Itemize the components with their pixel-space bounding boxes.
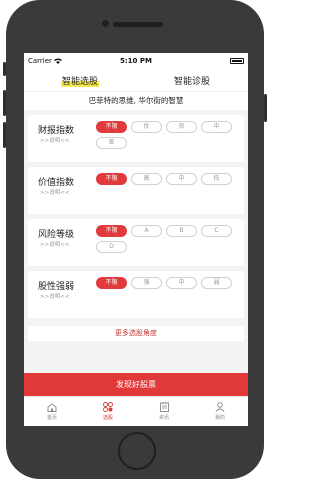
explain-link[interactable]: >>说明<< [40,292,69,300]
filter-option-chip[interactable]: A [131,225,162,237]
filter-option-chip[interactable]: 中 [201,121,232,133]
filter-option-chip[interactable]: 差 [96,137,127,149]
filter-option-chip[interactable]: 中 [166,277,197,289]
mute-switch [3,62,6,76]
tab-smart-diagnose[interactable]: 智能诊股 [136,69,248,91]
home-icon [47,402,57,412]
filter-option-chip[interactable]: 优 [131,121,162,133]
more-angles-button[interactable]: 更多选股角度 [28,326,244,341]
bottom-tab-bar: 首页 选股 资讯 我的 [24,396,248,426]
filter-option-chip[interactable]: D [96,241,127,253]
tab-smart-select[interactable]: 智能选股 [24,69,136,91]
tabbar-item-home[interactable]: 首页 [24,397,80,426]
subtitle: 巴菲特的思维, 华尔街的智慧 [24,92,248,110]
filter-option-chip[interactable]: 不限 [96,225,127,237]
tabbar-label: 选股 [102,415,113,421]
filter-option-chip[interactable]: 不限 [96,277,127,289]
top-tabs: 智能选股 智能诊股 [24,69,248,91]
filter-title: 股性强弱 [38,282,75,292]
filter-option-chip[interactable]: 低 [201,173,232,185]
filter-option-chip[interactable]: 中 [166,173,197,185]
filter-options: 不限 A B C D [96,225,246,253]
filter-options: 不限优良中差 [96,121,246,149]
tab-label: 智能诊股 [173,76,210,87]
person-icon [215,402,225,412]
home-button[interactable] [118,432,156,470]
discover-stocks-button[interactable]: 发现好股票 [24,373,248,396]
filter-option-chip[interactable]: 弱 [201,277,232,289]
filter-title: 财报指数 [38,126,75,136]
news-icon [159,402,169,412]
filter-report-index: 财报指数 >>说明<< 不限优良中差 [28,115,244,162]
filter-options: 不限高中低 [96,173,246,185]
explain-link[interactable]: >>说明<< [40,136,69,144]
filter-list: 财报指数 >>说明<< 不限优良中差价值指数 >>说明<< 不限高中低风险等级 >>说明<… [24,115,248,318]
filter-options: 不限强中弱 [96,277,246,289]
app-screen: Carrier 5:10 PM 智能选股 智能诊股 巴菲特的思维, 华尔街的智慧… [24,53,248,426]
tabbar-label: 资讯 [158,415,169,421]
tab-label: 智能选股 [60,73,99,87]
tabbar-item-select[interactable]: 选股 [80,397,136,426]
status-bar: Carrier 5:10 PM [24,53,248,69]
filter-option-chip[interactable]: 强 [131,277,162,289]
explain-link[interactable]: >>说明<< [40,240,69,248]
filter-option-chip[interactable]: C [201,225,232,237]
filter-risk-level: 风险等级 >>说明<< 不限 A B C D [28,219,244,266]
filter-stock-strength: 股性强弱 >>说明<< 不限强中弱 [28,271,244,318]
filter-option-chip[interactable]: B [166,225,197,237]
filter-value-index: 价值指数 >>说明<< 不限高中低 [28,167,244,214]
tabbar-label: 我的 [214,415,225,421]
tabbar-label: 首页 [46,414,57,421]
explain-link[interactable]: >>说明<< [40,188,69,196]
filter-option-chip[interactable]: 高 [131,173,162,185]
status-time: 5:10 PM [120,57,152,65]
filter-title: 风险等级 [38,230,75,240]
filter-option-chip[interactable]: 不限 [96,121,127,133]
filter-option-chip[interactable]: 良 [166,121,197,133]
grid-icon [103,402,113,412]
tabbar-item-news[interactable]: 资讯 [136,397,192,426]
volume-up-button [3,90,6,116]
volume-down-button [3,122,6,148]
filter-option-chip[interactable]: 不限 [96,173,127,185]
earpiece-speaker [113,22,163,27]
battery-icon [230,58,244,64]
front-camera [102,20,109,27]
power-button [264,94,267,122]
filter-title: 价值指数 [38,178,75,188]
tabbar-item-me[interactable]: 我的 [192,397,248,426]
